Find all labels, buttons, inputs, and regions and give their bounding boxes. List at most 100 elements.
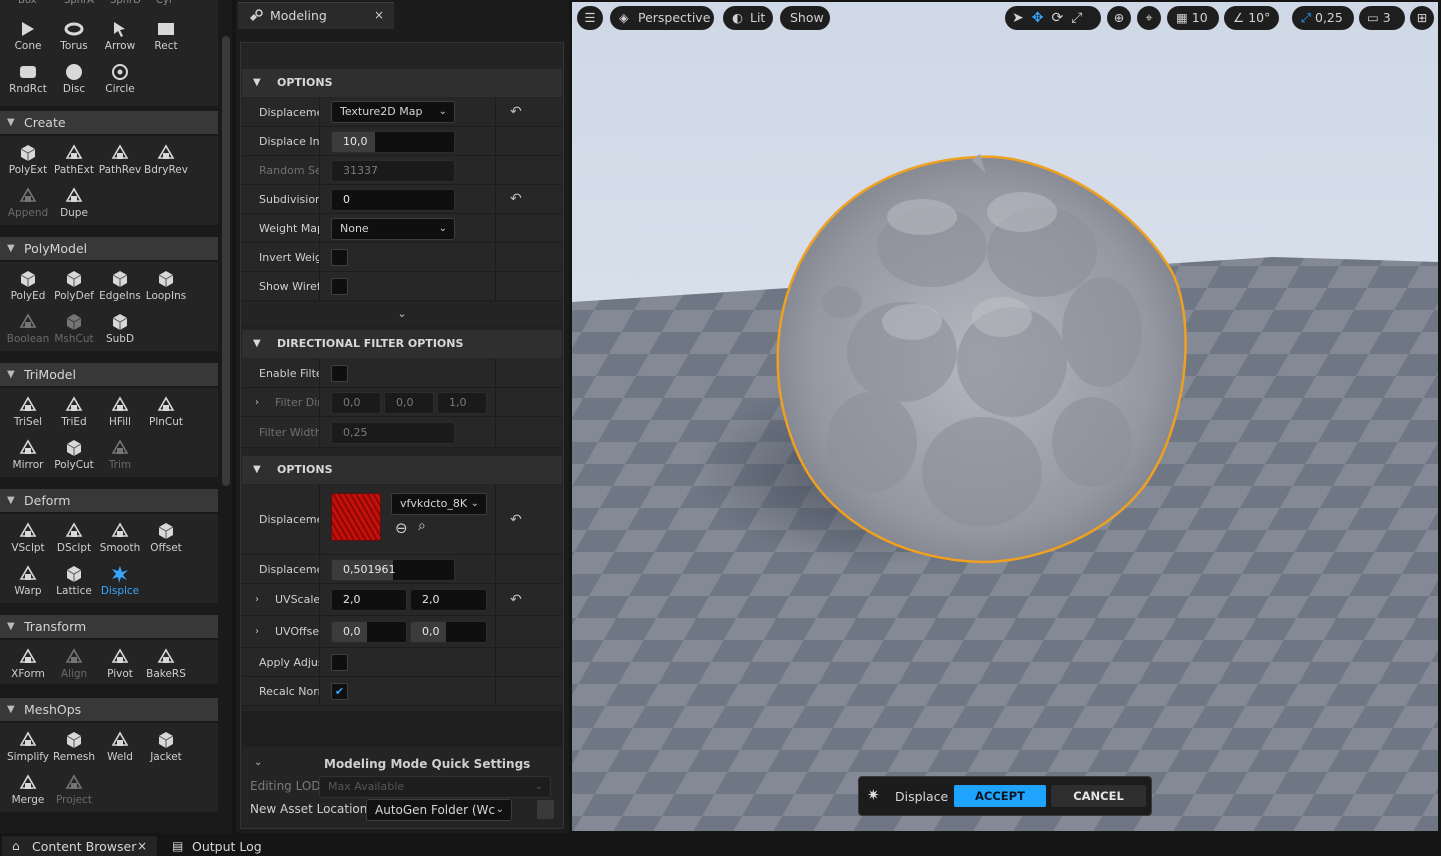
tool-arrow[interactable]: Arrow <box>97 17 143 59</box>
tool-offset[interactable]: Offset <box>143 519 189 561</box>
tool-torus[interactable]: Torus <box>51 17 97 59</box>
chevron-right-icon[interactable]: › <box>255 584 259 616</box>
filter-direction-x[interactable]: 0,0 <box>331 392 381 414</box>
perspective-button[interactable]: ◈ Perspective <box>610 6 714 30</box>
close-icon[interactable]: × <box>137 836 147 856</box>
tool-trim[interactable]: Trim <box>97 436 143 478</box>
tool-displce[interactable]: Displce <box>97 562 143 604</box>
tab-modeling[interactable]: Modeling × <box>238 2 394 29</box>
close-tab-icon[interactable]: × <box>374 3 384 28</box>
chevron-right-icon[interactable]: › <box>255 388 259 417</box>
category-transform[interactable]: ▼ Transform <box>0 615 218 638</box>
random-seed-field[interactable]: 31337 <box>331 160 455 182</box>
category-deform[interactable]: ▼ Deform <box>0 489 218 512</box>
tool-loopins[interactable]: LoopIns <box>143 267 189 309</box>
tab-content-browser[interactable]: ⌂ Content Browser × <box>2 836 157 856</box>
tool-subd[interactable]: SubD <box>97 310 143 352</box>
tool-plncut[interactable]: PlnCut <box>143 393 189 435</box>
category-create[interactable]: ▼ Create <box>0 111 218 134</box>
tool-polyext[interactable]: PolyExt <box>5 141 51 183</box>
tool-mshcut[interactable]: MshCut <box>51 310 97 352</box>
uv-offset-u[interactable]: 0,0 <box>331 621 407 643</box>
tool-edgeins[interactable]: EdgeIns <box>97 267 143 309</box>
tool-polycut[interactable]: PolyCut <box>51 436 97 478</box>
displacement-type-dropdown[interactable]: Texture2D Map ⌄ <box>331 101 455 123</box>
tool-bakers[interactable]: BakeRS <box>143 645 189 687</box>
scale-mode-icon[interactable]: ⤢ <box>1071 10 1090 26</box>
tool-lattice[interactable]: Lattice <box>51 562 97 604</box>
category-trimodel[interactable]: ▼ TriModel <box>0 363 218 386</box>
tool-boolean[interactable]: Boolean <box>5 310 51 352</box>
section-options[interactable]: ▼ OPTIONS <box>242 69 562 97</box>
enable-filter-checkbox[interactable] <box>331 365 348 382</box>
tool-project[interactable]: Project <box>51 771 97 813</box>
tool-hfill[interactable]: HFill <box>97 393 143 435</box>
tool-merge[interactable]: Merge <box>5 771 51 813</box>
category-meshops[interactable]: ▼ MeshOps <box>0 698 218 721</box>
filter-direction-y[interactable]: 0,0 <box>384 392 434 414</box>
displacement-channel-field[interactable]: 0,501961 <box>331 559 455 581</box>
tool-append[interactable]: Append <box>5 184 51 226</box>
reset-to-default-icon[interactable]: ↶ <box>510 584 526 616</box>
texture-asset-picker[interactable]: vfvkdcto_8K ⌄ <box>391 493 487 515</box>
tool-polydef[interactable]: PolyDef <box>51 267 97 309</box>
view-mode-button[interactable]: ◐ Lit <box>723 6 773 30</box>
uv-scale-u[interactable]: 2,0 <box>331 589 407 611</box>
uv-offset-v[interactable]: 0,0 <box>410 621 487 643</box>
tool-dupe[interactable]: Dupe <box>51 184 97 226</box>
tool-rndrct[interactable]: RndRct <box>5 60 51 102</box>
help-icon[interactable]: ? <box>604 800 610 813</box>
tool-smooth[interactable]: Smooth <box>97 519 143 561</box>
tool-weld[interactable]: Weld <box>97 728 143 770</box>
tab-output-log[interactable]: ▤ Output Log <box>170 836 280 856</box>
section-directional-filter[interactable]: ▼ DIRECTIONAL FILTER OPTIONS <box>242 330 562 358</box>
displace-intensity-field[interactable]: 10,0 <box>331 131 455 153</box>
uv-scale-v[interactable]: 2,0 <box>410 589 487 611</box>
reset-to-default-icon[interactable]: ↶ <box>510 485 526 555</box>
new-asset-location-dropdown[interactable]: AutoGen Folder (Wc ⌄ <box>366 799 512 821</box>
tool-tried[interactable]: TriEd <box>51 393 97 435</box>
scale-snap-button[interactable]: ⤢ 0,25 <box>1292 6 1354 30</box>
section-texture-options[interactable]: ▼ OPTIONS <box>242 456 562 484</box>
tool-remesh[interactable]: Remesh <box>51 728 97 770</box>
tool-rect[interactable]: Rect <box>143 17 189 59</box>
surface-snap-toggle[interactable]: ⌖ <box>1137 6 1161 30</box>
tool-bdryrev[interactable]: BdryRev <box>143 141 189 183</box>
tool-trisel[interactable]: TriSel <box>5 393 51 435</box>
use-selected-asset-icon[interactable]: ⊖ <box>395 519 408 537</box>
tool-polyed[interactable]: PolyEd <box>5 267 51 309</box>
advanced-expander[interactable]: ⌄ <box>242 301 562 327</box>
tool-pivot[interactable]: Pivot <box>97 645 143 687</box>
recalc-normals-checkbox[interactable]: ✔ <box>331 683 348 700</box>
tool-simplify[interactable]: Simplify <box>5 728 51 770</box>
chevron-down-icon[interactable]: ⌄ <box>254 757 262 768</box>
browse-search-icon[interactable]: ⌕ <box>418 518 426 534</box>
tool-pathext[interactable]: PathExt <box>51 141 97 183</box>
tool-align[interactable]: Align <box>51 645 97 687</box>
invert-weight-checkbox[interactable] <box>331 249 348 266</box>
filter-direction-z[interactable]: 1,0 <box>437 392 487 414</box>
select-mode-icon[interactable]: ➤ <box>1012 10 1032 26</box>
asset-location-toggle[interactable] <box>537 800 554 819</box>
weight-map-dropdown[interactable]: None ⌄ <box>331 218 455 240</box>
filter-width-field[interactable]: 0,25 <box>331 422 455 444</box>
tool-xform[interactable]: XForm <box>5 645 51 687</box>
tool-disc[interactable]: Disc <box>51 60 97 102</box>
tool-mirror[interactable]: Mirror <box>5 436 51 478</box>
cancel-button[interactable]: CANCEL <box>1051 785 1146 807</box>
category-polymodel[interactable]: ▼ PolyModel <box>0 237 218 260</box>
viewport-options-menu[interactable]: ☰ <box>577 6 603 30</box>
rotate-mode-icon[interactable]: ⟳ <box>1051 10 1071 26</box>
texture-thumbnail[interactable] <box>331 493 381 541</box>
reset-to-default-icon[interactable]: ↶ <box>510 98 526 127</box>
tool-circle[interactable]: Circle <box>97 60 143 102</box>
palette-scrollbar[interactable] <box>222 36 230 486</box>
tool-warp[interactable]: Warp <box>5 562 51 604</box>
chevron-right-icon[interactable]: › <box>255 616 259 648</box>
translate-mode-icon[interactable]: ✥ <box>1032 10 1052 26</box>
layout-button[interactable]: ⊞ <box>1410 6 1434 30</box>
camera-speed-button[interactable]: ▭ 3 <box>1359 6 1405 30</box>
tool-jacket[interactable]: Jacket <box>143 728 189 770</box>
tool-cone[interactable]: Cone <box>5 17 51 59</box>
apply-adjustment-checkbox[interactable] <box>331 654 348 671</box>
